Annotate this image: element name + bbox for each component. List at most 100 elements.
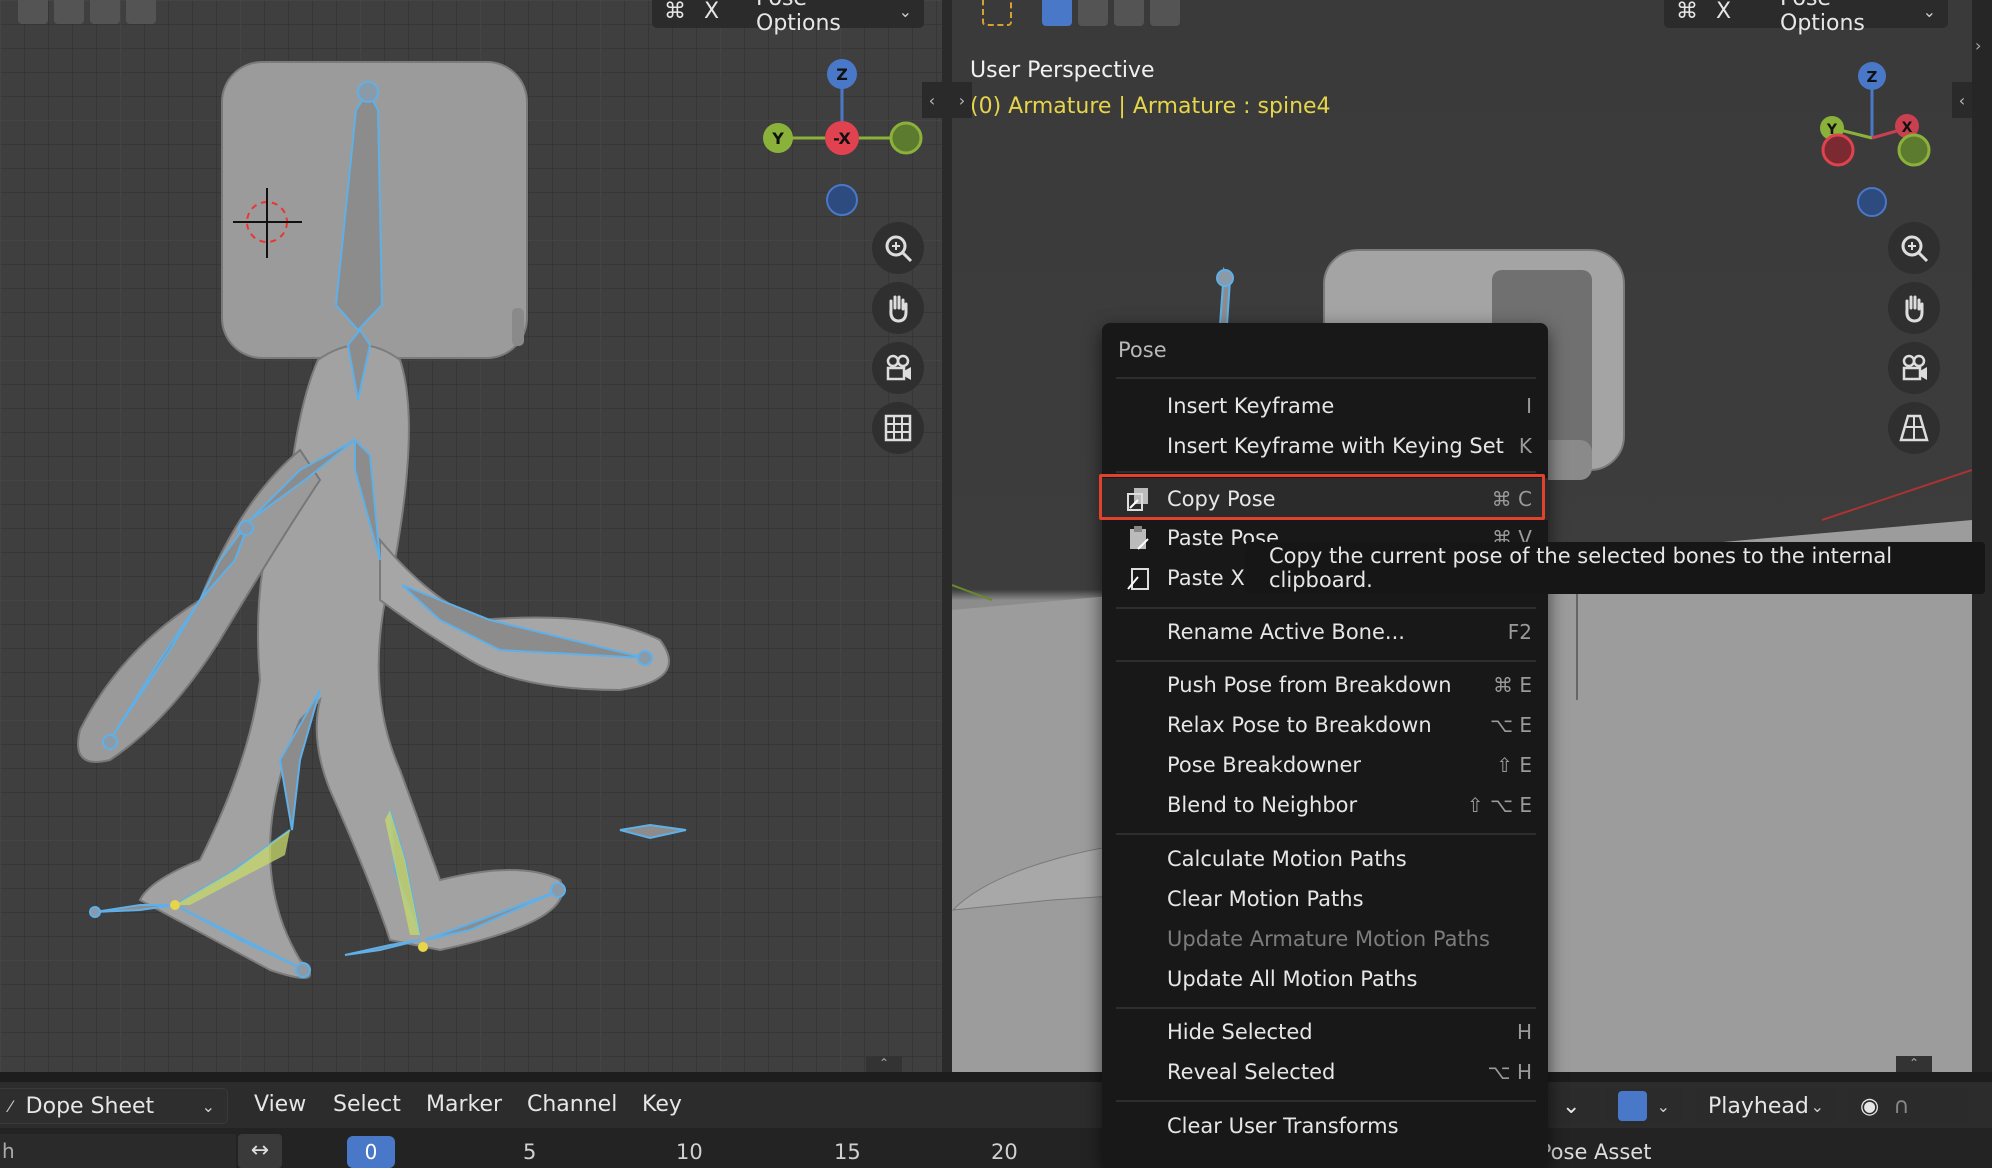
menu-item-shortcut: ⇧ ⌥ E xyxy=(1466,793,1532,817)
mirror-x-label: X xyxy=(1716,0,1732,24)
select-subtract-icon[interactable] xyxy=(90,0,120,24)
gizmo-x-label: X xyxy=(1902,120,1913,136)
pan-button[interactable] xyxy=(872,282,924,334)
object-info: (0) Armature | Armature : spine4 xyxy=(970,94,1331,119)
sidebar-toggle-right[interactable]: ‹ xyxy=(1952,82,1972,118)
navigation-gizmo-left[interactable]: Z Y -X xyxy=(752,50,932,230)
chevron-right-icon: › xyxy=(1975,36,1982,55)
chevron-right-icon: › xyxy=(958,90,966,110)
pan-button[interactable] xyxy=(1888,282,1940,334)
snap-to-dropdown[interactable]: Playhead ⌄ xyxy=(1696,1088,1836,1124)
menu-item-shortcut: ⇧ E xyxy=(1496,753,1532,777)
paste-flipped-icon xyxy=(1127,568,1149,590)
perspective-toggle-button[interactable] xyxy=(1888,402,1940,454)
zoom-button[interactable] xyxy=(872,222,924,274)
menu-key[interactable]: Key xyxy=(642,1092,682,1117)
right-edge-panel[interactable]: › xyxy=(1972,0,1992,1072)
pose-options-dropdown[interactable]: Pose Options ⌄ xyxy=(744,0,924,36)
select-extend-icon[interactable] xyxy=(1078,0,1108,26)
zoom-button[interactable] xyxy=(1888,222,1940,274)
menu-select[interactable]: Select xyxy=(333,1092,401,1117)
menu-item-label: Copy Pose xyxy=(1167,487,1276,511)
channel-search-input[interactable]: h xyxy=(0,1134,236,1168)
region-toggle-right[interactable]: ⌃ xyxy=(1896,1056,1932,1072)
toolbar-toggle-right[interactable]: › xyxy=(952,82,972,118)
menu-item-insert-keyframe[interactable]: Insert Keyframe I xyxy=(1102,387,1548,425)
menu-channel[interactable]: Channel xyxy=(527,1092,617,1117)
playhead-label: Playhead xyxy=(1708,1093,1809,1119)
funnel-icon: ⌄ xyxy=(1562,1093,1581,1119)
menu-item-label: Calculate Motion Paths xyxy=(1167,847,1407,871)
menu-item-blend-to-neighbor[interactable]: Blend to Neighbor ⇧ ⌥ E xyxy=(1102,786,1548,824)
select-box-icon[interactable] xyxy=(1042,0,1072,26)
editor-type-label: Dope Sheet xyxy=(25,1093,155,1119)
menu-item-label: Rename Active Bone... xyxy=(1167,620,1405,644)
chevron-up-icon: ⌃ xyxy=(1908,1056,1920,1070)
gizmo-z-label: Z xyxy=(1867,68,1878,86)
zoom-icon xyxy=(885,235,913,263)
swap-button[interactable]: ↔ xyxy=(238,1134,282,1168)
select-extend-icon[interactable] xyxy=(54,0,84,24)
select-subtract-icon[interactable] xyxy=(1114,0,1144,26)
menu-item-label: Push Pose from Breakdown xyxy=(1167,673,1452,697)
menu-item-push-pose[interactable]: Push Pose from Breakdown ⌘ E xyxy=(1102,666,1548,704)
swap-arrows-icon: ↔ xyxy=(250,1138,270,1163)
channel-search-value: h xyxy=(2,1139,15,1163)
menu-item-shortcut: H xyxy=(1516,1020,1532,1044)
tooltip: Copy the current pose of the selected bo… xyxy=(1245,542,1985,594)
proportional-icon: ◉ xyxy=(1860,1093,1880,1119)
menu-separator xyxy=(1116,471,1536,473)
frame-tick: 10 xyxy=(676,1140,703,1164)
menu-item-calculate-motion-paths[interactable]: Calculate Motion Paths xyxy=(1102,840,1548,878)
select-invert-icon[interactable] xyxy=(1150,0,1180,26)
menu-separator xyxy=(1116,377,1536,379)
proportional-editing[interactable]: ◉ ∩ xyxy=(1848,1088,1968,1124)
menu-title: Pose xyxy=(1118,338,1167,362)
menu-item-hide-selected[interactable]: Hide Selected H xyxy=(1102,1013,1548,1051)
menu-item-label: Update All Motion Paths xyxy=(1167,967,1418,991)
left-viewport[interactable]: ⌘ X Pose Options ⌄ Z Y -X ‹ ⌃ xyxy=(0,0,942,1072)
menu-item-reveal-selected[interactable]: Reveal Selected ⌥ H xyxy=(1102,1053,1548,1091)
menu-view[interactable]: View xyxy=(254,1092,306,1117)
menu-item-clear-user-transforms[interactable]: Clear User Transforms xyxy=(1102,1107,1548,1145)
menu-item-copy-pose[interactable]: Copy Pose ⌘ C xyxy=(1102,478,1548,520)
select-tool-icon[interactable] xyxy=(982,0,1012,26)
camera-view-button[interactable] xyxy=(872,342,924,394)
snapping-dropdown[interactable]: ⌄ xyxy=(1606,1088,1682,1124)
menu-separator xyxy=(1116,660,1536,662)
region-toggle-left[interactable]: ⌃ xyxy=(866,1056,902,1072)
select-mode-icon[interactable] xyxy=(18,0,48,24)
editor-type-dropdown[interactable]: ⁄ Dope Sheet ⌄ xyxy=(0,1088,228,1124)
current-frame-indicator[interactable]: 0 xyxy=(347,1136,395,1168)
menu-item-shortcut: ⌥ E xyxy=(1489,713,1532,737)
menu-separator xyxy=(1116,1100,1536,1102)
menu-item-update-armature-motion-paths: Update Armature Motion Paths xyxy=(1102,920,1548,958)
select-intersect-icon[interactable] xyxy=(126,0,156,24)
menu-item-pose-breakdowner[interactable]: Pose Breakdowner ⇧ E xyxy=(1102,746,1548,784)
falloff-icon: ∩ xyxy=(1893,1093,1910,1119)
menu-item-rename-active-bone[interactable]: Rename Active Bone... F2 xyxy=(1102,613,1548,651)
sidebar-toggle-left[interactable]: ‹ xyxy=(922,82,942,118)
hand-icon xyxy=(1905,295,1924,323)
menu-item-shortcut: ⌥ H xyxy=(1487,1060,1532,1084)
menu-item-shortcut: F2 xyxy=(1507,620,1532,644)
gizmo-y-label: Y xyxy=(771,129,784,148)
menu-item-update-all-motion-paths[interactable]: Update All Motion Paths xyxy=(1102,960,1548,998)
menu-item-insert-keyframe-keying-set[interactable]: Insert Keyframe with Keying Set K xyxy=(1102,427,1548,465)
viewport-divider[interactable] xyxy=(942,0,952,1072)
paste-icon xyxy=(1130,526,1149,550)
mirror-toggle[interactable]: ⌘ X xyxy=(1664,0,1776,28)
camera-view-button[interactable] xyxy=(1888,342,1940,394)
butterfly-icon: ⌘ xyxy=(1676,0,1698,24)
pose-options-dropdown[interactable]: Pose Options ⌄ xyxy=(1768,0,1948,36)
chevron-down-icon: ⌄ xyxy=(201,1096,215,1116)
chevron-down-icon: ⌄ xyxy=(1656,1096,1670,1116)
menu-item-relax-pose[interactable]: Relax Pose to Breakdown ⌥ E xyxy=(1102,706,1548,744)
navigation-gizmo-right[interactable]: Z Y X xyxy=(1802,58,1942,218)
ortho-toggle-button[interactable] xyxy=(872,402,924,454)
chevron-left-icon: ‹ xyxy=(1958,90,1966,110)
frame-tick: 5 xyxy=(523,1140,537,1164)
menu-item-clear-motion-paths[interactable]: Clear Motion Paths xyxy=(1102,880,1548,918)
filter-dropdown[interactable]: ⌄ xyxy=(1550,1088,1600,1124)
menu-marker[interactable]: Marker xyxy=(426,1092,502,1117)
